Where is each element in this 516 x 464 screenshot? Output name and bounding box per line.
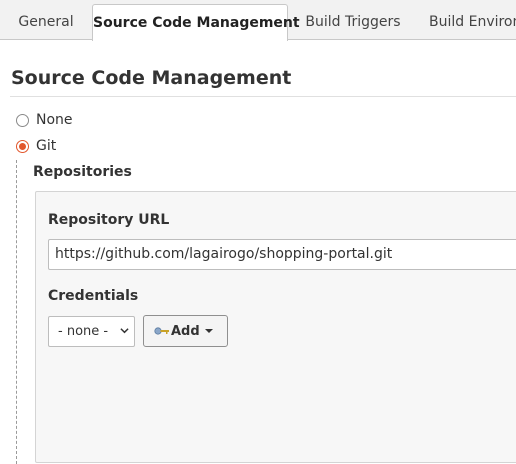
tab-source-code-management[interactable]: Source Code Management (92, 4, 300, 41)
scm-option-git[interactable]: Git (16, 136, 56, 156)
add-button-label: Add (171, 323, 200, 339)
radio-git[interactable] (16, 139, 29, 153)
key-icon (154, 327, 169, 335)
add-credentials-button[interactable]: Add (143, 315, 228, 347)
section-divider (10, 96, 516, 97)
credentials-select-value: - none - (58, 324, 109, 339)
repository-url-label: Repository URL (48, 212, 170, 228)
chevron-down-icon (120, 328, 129, 334)
section-title: Source Code Management (11, 67, 292, 89)
credentials-label: Credentials (48, 288, 139, 304)
credentials-select[interactable]: - none - (48, 316, 135, 347)
scm-option-none-label: None (36, 112, 73, 128)
scm-option-none[interactable]: None (16, 110, 73, 130)
tab-build-environment[interactable]: Build Environment (418, 4, 516, 40)
nested-section-line (16, 160, 17, 464)
repositories-heading: Repositories (33, 164, 132, 180)
repository-url-input[interactable]: https://github.com/lagairogo/shopping-po… (48, 239, 516, 270)
tab-build-triggers[interactable]: Build Triggers (296, 4, 410, 40)
tab-bar: General Source Code Management Build Tri… (0, 0, 516, 41)
scm-option-git-label: Git (36, 138, 57, 154)
caret-down-icon (204, 329, 213, 333)
tab-general[interactable]: General (6, 4, 86, 40)
radio-none[interactable] (16, 113, 29, 127)
